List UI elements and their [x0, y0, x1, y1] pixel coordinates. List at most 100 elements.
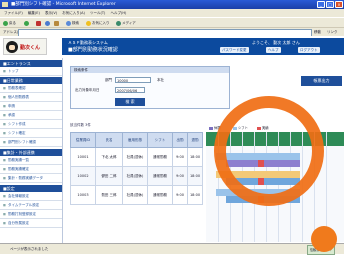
table-row[interactable]: 10001 下北 太郎 社員(週休) 通常勤務 9:00 18:00	[70, 147, 203, 167]
sidebar-item-results-list[interactable]: 勤務実績一覧	[0, 156, 62, 165]
dept-label: 部門	[105, 78, 112, 82]
back-arrow-icon	[3, 20, 8, 26]
window-title: ■部門別シフト確認 - Microsoft Internet Explorer	[11, 2, 116, 7]
cell-out: 18:00	[187, 166, 203, 186]
search-panel: 検索条件 部門 10000 本社 出力対象年月日 2007/06/06 検 索	[70, 66, 230, 109]
highlight-ring	[214, 96, 324, 206]
search-button[interactable]: 検索	[66, 20, 79, 26]
sidebar-item-dept-shift[interactable]: 部門別シフト確認	[0, 138, 62, 147]
stop-icon	[36, 20, 41, 26]
menu-file[interactable]: ファイル(F)	[4, 11, 23, 15]
cell-employee-id: 10003	[70, 185, 96, 205]
sidebar: ■エントランス トップ ■日常業務 勤務表確認 個人別勤務表 申請 承認 シフト…	[0, 58, 63, 243]
menu-view[interactable]: 表示(V)	[45, 11, 57, 15]
cell-employment-type: 社員(週休)	[122, 147, 148, 167]
cell-out: 18:00	[187, 185, 203, 205]
sidebar-section-settings: ■設定	[0, 185, 62, 192]
forward-arrow-icon	[24, 20, 29, 26]
home-button[interactable]	[54, 20, 60, 26]
media-button[interactable]: メディア	[116, 20, 136, 26]
cell-shift: 通常勤務	[147, 147, 173, 167]
refresh-button[interactable]	[45, 20, 51, 26]
dept-input[interactable]: 10000	[115, 77, 151, 83]
result-count: 該当件数 3件	[70, 123, 91, 127]
minimize-button[interactable]: _	[317, 1, 325, 8]
menu-help[interactable]: ヘルプ(H)	[110, 11, 126, 15]
sidebar-item-results-data[interactable]: 集計・勤務実績データ	[0, 174, 62, 183]
cell-name[interactable]: 鬱田 二郎	[95, 166, 123, 186]
col-employment-type: 雇用形態	[122, 132, 148, 148]
col-shift: シフト	[147, 132, 173, 148]
cell-employment-type: 社員(週休)	[122, 166, 148, 186]
col-out: 退勤	[187, 132, 203, 148]
go-button[interactable]: 移動	[314, 29, 321, 36]
cell-employee-id: 10002	[70, 166, 96, 186]
date-input[interactable]: 2007/06/06	[115, 87, 145, 93]
logout-button[interactable]: ログアウト	[298, 47, 320, 53]
media-icon	[116, 20, 121, 26]
sidebar-section-totals: ■集計・外部連携	[0, 149, 62, 156]
back-button[interactable]: 戻る	[3, 20, 16, 26]
star-icon	[86, 20, 91, 26]
menu-tools[interactable]: ツール(T)	[90, 11, 105, 15]
schedule-table: 従業員ID 氏名 雇用形態 シフト 出勤 退勤 10001 下北 太郎 社員(週…	[70, 132, 203, 205]
print-report-button[interactable]: 帳票出力	[301, 76, 342, 86]
cell-shift: 通常勤務	[147, 166, 173, 186]
status-bar: ページが表示されました 信頼済みサイト	[0, 243, 344, 255]
search-caption: 検索条件	[71, 67, 229, 73]
sidebar-section-daily: ■日常業務	[0, 77, 62, 84]
legend-break-swatch	[209, 126, 213, 130]
date-label: 出力対象年月日	[75, 88, 100, 92]
sidebar-item-company-settings[interactable]: 会社情報設定	[0, 192, 62, 201]
cell-employment-type: 社員(週休)	[122, 185, 148, 205]
stop-button[interactable]	[36, 20, 42, 26]
app-header: 勤次くん ＡＳＰ勤務表システム ■部門別勤務状況確認 ようこそ、 勤次 太郎 さ…	[0, 36, 344, 58]
change-password-button[interactable]: パスワード変更	[220, 47, 249, 53]
links-button[interactable]: リンク	[327, 29, 338, 36]
cell-employee-id: 10001	[70, 147, 96, 167]
help-button[interactable]: ヘルプ	[266, 47, 281, 53]
forward-button[interactable]	[24, 20, 30, 26]
sidebar-item-timetable-settings[interactable]: タイムテーブル設定	[0, 201, 62, 210]
sidebar-item-personal-schedule[interactable]: 個人別勤務表	[0, 93, 62, 102]
search-icon	[66, 20, 71, 26]
cell-name[interactable]: 勤田 三郎	[95, 185, 123, 205]
cell-shift: 通常勤務	[147, 185, 173, 205]
cell-name[interactable]: 下北 太郎	[95, 147, 123, 167]
menu-favorites[interactable]: お気に入り(A)	[62, 11, 85, 15]
window-title-bar: ■部門別シフト確認 - Microsoft Internet Explorer …	[0, 0, 344, 9]
mascot-icon	[6, 41, 18, 53]
search-submit-button[interactable]: 検 索	[115, 98, 145, 106]
maximize-button[interactable]: □	[326, 1, 334, 8]
cell-out: 18:00	[187, 147, 203, 167]
table-row[interactable]: 10002 鬱田 二郎 社員(週休) 通常勤務 9:00 18:00	[70, 166, 203, 186]
highlight-dot	[311, 226, 337, 252]
sidebar-item-results-confirm[interactable]: 勤務実績確定	[0, 165, 62, 174]
header-banner: ＡＳＰ勤務表システム ■部門別勤務状況確認 ようこそ、 勤次 太郎 さん パスワ…	[62, 38, 344, 55]
user-greeting: ようこそ、 勤次 太郎 さん	[252, 40, 300, 45]
menu-bar: ファイル(F) 編集(E) 表示(V) お気に入り(A) ツール(T) ヘルプ(…	[0, 9, 344, 17]
ie-icon	[2, 2, 8, 7]
sidebar-item-top[interactable]: トップ	[0, 67, 62, 76]
sidebar-item-affiliation-settings[interactable]: 自分所属設定	[0, 219, 62, 228]
refresh-icon	[45, 20, 50, 26]
sidebar-item-shift-create[interactable]: シフト作成	[0, 120, 62, 129]
app-logo: 勤次くん	[3, 38, 47, 55]
cell-in: 9:00	[172, 185, 188, 205]
sidebar-item-request[interactable]: 申請	[0, 102, 62, 111]
menu-edit[interactable]: 編集(E)	[28, 11, 40, 15]
sidebar-section-entrance: ■エントランス	[0, 60, 62, 67]
sidebar-item-schedule[interactable]: 勤務表確認	[0, 84, 62, 93]
cell-in: 9:00	[172, 147, 188, 167]
sidebar-item-punch-settings[interactable]: 勤務打刻登録設定	[0, 210, 62, 219]
sidebar-item-approval[interactable]: 承認	[0, 111, 62, 120]
col-employee-id: 従業員ID	[70, 132, 96, 148]
favorites-button[interactable]: お気に入り	[86, 20, 110, 26]
table-row[interactable]: 10003 勤田 三郎 社員(週休) 通常勤務 9:00 18:00	[70, 185, 203, 205]
home-icon	[54, 20, 59, 26]
sidebar-item-shift-confirm[interactable]: シフト確定	[0, 129, 62, 138]
col-name: 氏名	[95, 132, 123, 148]
dept-name: 本社	[157, 78, 164, 82]
close-button[interactable]: ×	[335, 1, 343, 8]
page-title: ■部門別勤務状況確認	[68, 47, 118, 53]
